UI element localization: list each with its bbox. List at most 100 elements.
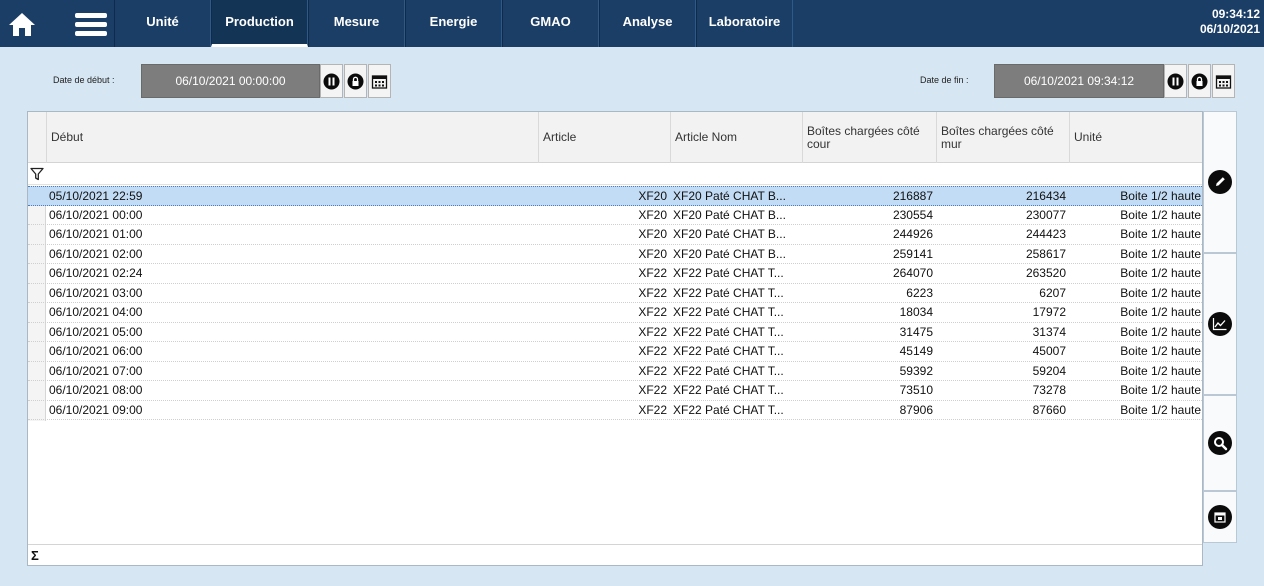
cell-article: XF22 [638, 363, 667, 378]
tab-laboratoire[interactable]: Laboratoire [696, 0, 793, 47]
cell-article: XF22 [638, 285, 667, 300]
cell-boites-mur: 31374 [1032, 324, 1066, 339]
right-action-panel [1203, 111, 1237, 566]
grid-filter-row[interactable] [28, 163, 1202, 185]
cell-debut: 06/10/2021 04:00 [49, 305, 143, 319]
column-header-boites-mur[interactable]: Boîtes chargées côté mur [936, 112, 1069, 163]
end-lock-button[interactable] [1188, 64, 1211, 98]
cell-article: XF22 [638, 324, 667, 339]
tab-mesure[interactable]: Mesure [308, 0, 405, 47]
column-header-unite[interactable]: Unité [1069, 112, 1202, 163]
cell-article-nom: XF22 Paté CHAT T... [673, 344, 784, 358]
cell-unite: Boite 1/2 haute [1120, 383, 1201, 397]
cell-unite: Boite 1/2 haute [1120, 207, 1201, 222]
tab-unite[interactable]: Unité [114, 0, 211, 47]
cell-debut: 06/10/2021 08:00 [49, 383, 143, 397]
cell-article: XF22 [638, 305, 667, 319]
end-pause-button[interactable] [1164, 64, 1187, 98]
cell-article-nom: XF22 Paté CHAT T... [673, 383, 784, 397]
start-calendar-button[interactable] [368, 64, 391, 98]
cell-article: XF20 [638, 189, 667, 203]
cell-boites-cour: 31475 [899, 324, 933, 339]
cell-boites-cour: 264070 [892, 266, 933, 280]
cell-debut: 06/10/2021 03:00 [49, 285, 143, 300]
cell-boites-mur: 59204 [1032, 363, 1066, 378]
cell-unite: Boite 1/2 haute [1120, 344, 1201, 358]
cell-article: XF22 [638, 383, 667, 397]
table-row[interactable]: 06/10/2021 04:00 XF22 XF22 Paté CHAT T... 1… [28, 303, 1202, 323]
home-icon [9, 12, 35, 36]
filter-icon[interactable] [30, 167, 44, 181]
calendar-day-icon [1208, 505, 1232, 529]
cell-article-nom: XF22 Paté CHAT T... [673, 402, 784, 417]
clock-date: 06/10/2021 [1199, 22, 1260, 36]
table-row[interactable]: 06/10/2021 00:00 XF20 XF20 Paté CHAT B... 2… [28, 206, 1202, 225]
cell-boites-cour: 87906 [899, 402, 933, 417]
table-row[interactable]: 06/10/2021 05:00 XF22 XF22 Paté CHAT T... 3… [28, 323, 1202, 342]
cell-article-nom: XF20 Paté CHAT B... [673, 207, 786, 222]
cell-article-nom: XF20 Paté CHAT B... [673, 227, 786, 241]
table-row[interactable]: 06/10/2021 01:00 XF20 XF20 Paté CHAT B... 2… [28, 225, 1202, 245]
module-tabs: Unité Production Mesure Energie GMAO Ana… [114, 0, 793, 47]
pause-icon [323, 73, 340, 89]
cell-article-nom: XF20 Paté CHAT B... [673, 189, 786, 203]
sigma-icon: Σ [31, 548, 39, 563]
column-header-article-nom[interactable]: Article Nom [670, 112, 802, 163]
cell-boites-mur: 6207 [1039, 285, 1066, 300]
trend-button[interactable] [1203, 253, 1237, 395]
start-date-field[interactable]: 06/10/2021 00:00:00 [141, 64, 320, 98]
cell-boites-mur: 17972 [1032, 305, 1066, 319]
cell-article: XF20 [638, 227, 667, 241]
cell-article-nom: XF22 Paté CHAT T... [673, 266, 784, 280]
table-row[interactable]: 06/10/2021 06:00 XF22 XF22 Paté CHAT T... 4… [28, 342, 1202, 362]
search-button[interactable] [1203, 395, 1237, 491]
start-pause-button[interactable] [320, 64, 343, 98]
cell-boites-cour: 18034 [899, 305, 933, 319]
lock-icon [1191, 73, 1208, 89]
column-header-boites-cour[interactable]: Boîtes chargées côté cour [802, 112, 936, 163]
tab-energie[interactable]: Energie [405, 0, 502, 47]
start-lock-button[interactable] [344, 64, 367, 98]
edit-button[interactable] [1203, 111, 1237, 253]
cell-boites-cour: 230554 [892, 207, 933, 222]
cell-debut: 06/10/2021 00:00 [49, 207, 143, 222]
cell-article: XF20 [638, 207, 667, 222]
cell-debut: 06/10/2021 02:24 [49, 266, 143, 280]
column-header-debut[interactable]: Début [46, 112, 538, 163]
tab-gmao[interactable]: GMAO [502, 0, 599, 47]
day-calendar-button[interactable] [1203, 491, 1237, 543]
home-button[interactable] [0, 0, 44, 47]
main-menu-button[interactable] [68, 0, 114, 47]
row-selector-header [28, 112, 46, 163]
table-row[interactable]: 06/10/2021 02:24 XF22 XF22 Paté CHAT T... 2… [28, 264, 1202, 284]
cell-debut: 06/10/2021 07:00 [49, 363, 143, 378]
tab-analyse[interactable]: Analyse [599, 0, 696, 47]
end-calendar-button[interactable] [1212, 64, 1235, 98]
end-date-label: Date de fin : [920, 75, 969, 85]
cell-unite: Boite 1/2 haute [1120, 246, 1201, 261]
magnifier-icon [1208, 431, 1232, 455]
cell-boites-cour: 6223 [906, 285, 933, 300]
cell-unite: Boite 1/2 haute [1120, 305, 1201, 319]
table-row[interactable]: 06/10/2021 03:00 XF22 XF22 Paté CHAT T... 6… [28, 284, 1202, 303]
production-grid: Début Article Article Nom Boîtes chargée… [27, 111, 1203, 566]
cell-article: XF22 [638, 266, 667, 280]
cell-boites-mur: 230077 [1025, 207, 1066, 222]
cell-debut: 06/10/2021 09:00 [49, 402, 143, 417]
cell-unite: Boite 1/2 haute [1120, 227, 1201, 241]
cell-unite: Boite 1/2 haute [1120, 189, 1201, 203]
cell-boites-cour: 259141 [892, 246, 933, 261]
cell-article-nom: XF22 Paté CHAT T... [673, 363, 784, 378]
cell-article-nom: XF22 Paté CHAT T... [673, 324, 784, 339]
cell-boites-mur: 263520 [1025, 266, 1066, 280]
table-row[interactable]: 05/10/2021 22:59 XF20 XF20 Paté CHAT B... 2… [28, 186, 1202, 206]
tab-production[interactable]: Production [211, 0, 308, 47]
table-row[interactable]: 06/10/2021 09:00 XF22 XF22 Paté CHAT T... 8… [28, 401, 1202, 420]
end-date-field[interactable]: 06/10/2021 09:34:12 [994, 64, 1164, 98]
lock-icon [347, 73, 364, 89]
cell-unite: Boite 1/2 haute [1120, 363, 1201, 378]
table-row[interactable]: 06/10/2021 02:00 XF20 XF20 Paté CHAT B... 2… [28, 245, 1202, 264]
table-row[interactable]: 06/10/2021 08:00 XF22 XF22 Paté CHAT T... 7… [28, 381, 1202, 401]
table-row[interactable]: 06/10/2021 07:00 XF22 XF22 Paté CHAT T... 5… [28, 362, 1202, 381]
column-header-article[interactable]: Article [538, 112, 670, 163]
